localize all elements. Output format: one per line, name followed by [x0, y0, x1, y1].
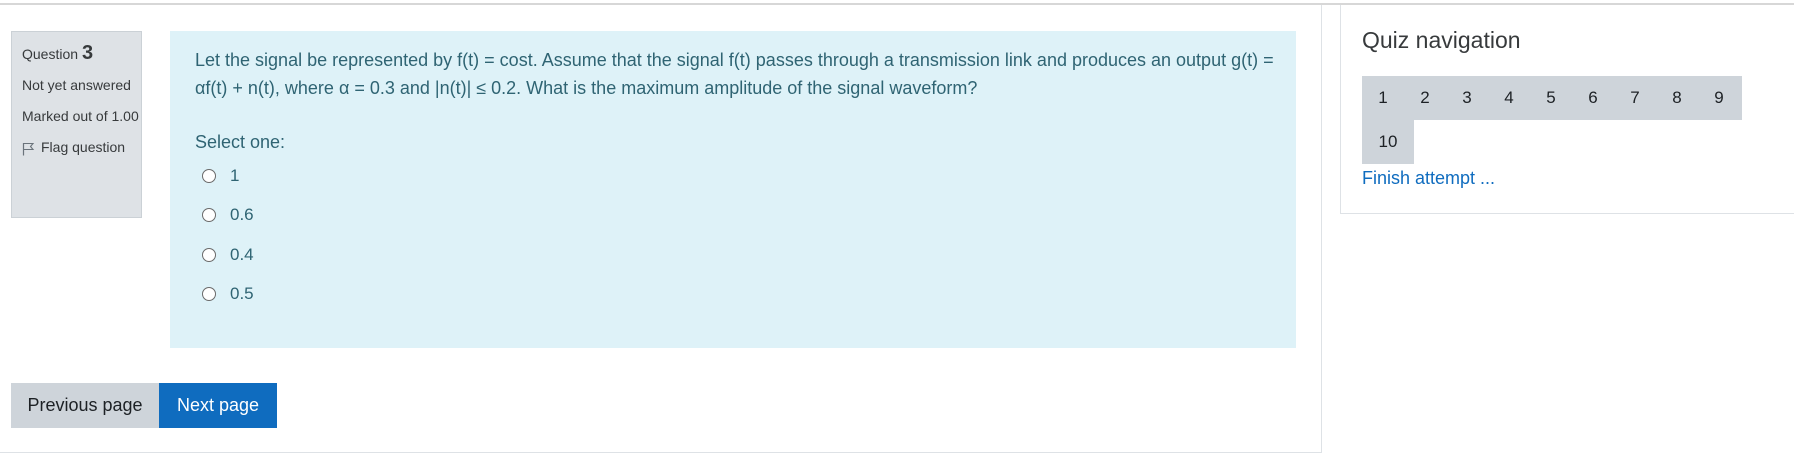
next-page-button[interactable]: Next page	[159, 383, 277, 428]
quiz-nav-button-1[interactable]: 1	[1362, 76, 1404, 120]
question-formulation: Let the signal be represented by f(t) = …	[170, 31, 1296, 348]
question-number: Question 3	[22, 42, 141, 65]
quiz-nav-button-5[interactable]: 5	[1530, 76, 1572, 120]
quiz-nav-button-8[interactable]: 8	[1656, 76, 1698, 120]
quiz-nav-button-9[interactable]: 9	[1698, 76, 1740, 120]
question-number-value: 3	[82, 42, 94, 64]
question-grade: Marked out of 1.00	[22, 108, 139, 124]
quiz-nav-button-6[interactable]: 6	[1572, 76, 1614, 120]
question-text: Let the signal be represented by f(t) = …	[195, 50, 1274, 98]
radio-button[interactable]	[202, 208, 216, 223]
answer-option-label: 0.6	[230, 205, 254, 225]
quiz-navigation-row: 1 2 3 4 5 6 7 8 9	[1362, 76, 1742, 120]
answer-option[interactable]: 0.5	[195, 275, 1296, 315]
radio-button[interactable]	[202, 247, 216, 262]
answer-option[interactable]: 0.6	[195, 196, 1296, 236]
quiz-nav-button-3[interactable]: 3	[1446, 76, 1488, 120]
quiz-nav-button-7[interactable]: 7	[1614, 76, 1656, 120]
quiz-navigation-title: Quiz navigation	[1362, 27, 1521, 53]
question-label: Question	[22, 46, 79, 62]
quiz-navigation-grid: 1 2 3 4 5 6 7 8 9 10	[1362, 76, 1742, 164]
quiz-nav-button-10[interactable]: 10	[1362, 120, 1414, 164]
answer-prompt: Select one:	[195, 132, 286, 152]
quiz-nav-button-2[interactable]: 2	[1404, 76, 1446, 120]
answer-option-label: 1	[230, 165, 240, 185]
quiz-navigation: Quiz navigation 1 2 3 4 5 6 7 8 9 10 Fin…	[1340, 5, 1794, 214]
radio-button[interactable]	[202, 287, 216, 302]
flag-question-toggle[interactable]: Flag question	[22, 136, 141, 158]
question-info: Question 3 Not yet answered Marked out of…	[11, 31, 142, 218]
quiz-navigation-row: 10	[1362, 120, 1414, 164]
quiz-nav-button-4[interactable]: 4	[1488, 76, 1530, 120]
finish-attempt-link[interactable]: Finish attempt ...	[1362, 168, 1495, 189]
question-state: Not yet answered	[22, 77, 131, 93]
answer-options: 1 0.6 0.4 0.5	[195, 156, 1296, 314]
answer-option[interactable]: 1	[195, 156, 1296, 196]
previous-page-button[interactable]: Previous page	[11, 383, 159, 428]
flag-icon	[22, 140, 35, 156]
radio-button[interactable]	[202, 168, 216, 183]
answer-option[interactable]: 0.4	[195, 235, 1296, 275]
answer-option-label: 0.4	[230, 244, 254, 264]
answer-option-label: 0.5	[230, 284, 254, 304]
flag-question-label: Flag question	[41, 139, 126, 155]
